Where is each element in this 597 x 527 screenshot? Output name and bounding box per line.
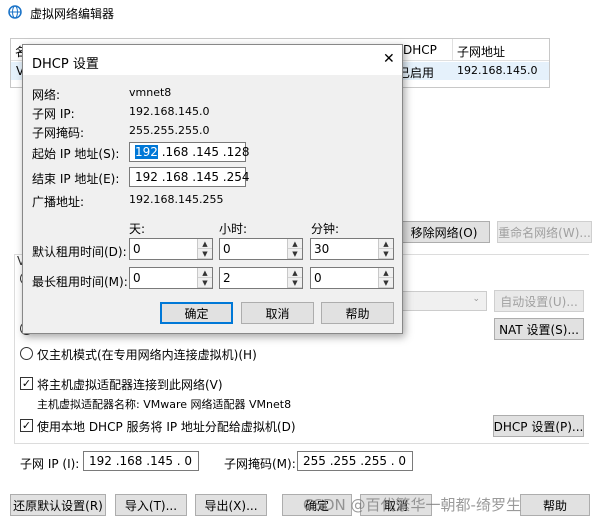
bridged-dropdown[interactable]: ⌄ [402,291,487,311]
spin-up-icon[interactable]: ▲ [379,239,393,249]
default-lease-minutes-value: 30 [314,242,330,256]
table-cell-dhcp: 已启用 [398,66,435,80]
main-help-button[interactable]: 帮助 [520,494,590,516]
subnet-mask-label-dialog: 子网掩码: [32,126,85,140]
default-lease-minutes-spinner[interactable]: 30 ▲ ▼ [310,238,394,260]
dialog-ok-button[interactable]: 确定 [160,302,233,324]
default-lease-hours-value: 0 [223,242,231,256]
close-icon[interactable]: ✕ [383,51,395,67]
hostonly-radio-label[interactable]: 仅主机模式(在专用网络内连接虚拟机)(H) [37,346,257,363]
broadcast-label: 广播地址: [32,195,85,209]
subnet-ip-field[interactable]: 192 .168 .145 . 0 [83,451,199,471]
spin-up-icon[interactable]: ▲ [288,239,302,249]
spin-up-icon[interactable]: ▲ [198,268,212,278]
spin-down-icon[interactable]: ▼ [288,249,302,259]
window-title: 虚拟网络编辑器 [30,7,115,21]
max-lease-minutes-value: 0 [314,271,322,285]
table-header-divider [452,39,453,61]
start-ip-selected-octet: 192 [135,145,158,159]
use-dhcp-label[interactable]: 使用本地 DHCP 服务将 IP 地址分配给虚拟机(D) [37,418,296,435]
minutes-header: 分钟: [311,222,340,236]
spin-up-icon[interactable]: ▲ [198,239,212,249]
dialog-cancel-button[interactable]: 取消 [241,302,314,324]
subnet-mask-field[interactable]: 255 .255 .255 . 0 [297,451,413,471]
max-lease-minutes-spinner[interactable]: 0 ▲ ▼ [310,267,394,289]
hostonly-radio[interactable] [20,347,33,360]
default-lease-days-value: 0 [133,242,141,256]
app-icon [8,5,22,19]
network-label: 网络: [32,88,61,102]
spin-down-icon[interactable]: ▼ [379,249,393,259]
default-lease-hours-spinner[interactable]: 0 ▲ ▼ [219,238,303,260]
import-button[interactable]: 导入(T)... [115,494,187,516]
spin-down-icon[interactable]: ▼ [198,278,212,288]
subnet-mask-label: 子网掩码(M): [224,457,296,471]
default-lease-label: 默认租用时间(D): [32,245,127,259]
dhcp-settings-dialog: DHCP 设置 ✕ 网络: vmnet8 子网 IP: 192.168.145.… [22,44,403,334]
table-header-dhcp: DHCP [403,43,437,57]
connect-adapter-label[interactable]: 将主机虚拟适配器连接到此网络(V) [37,376,223,393]
spin-down-icon[interactable]: ▼ [288,278,302,288]
table-cell-subnet: 192.168.145.0 [457,64,538,77]
subnet-ip-value-dialog: 192.168.145.0 [129,105,210,118]
max-lease-label: 最长租用时间(M): [32,275,128,289]
remove-network-button[interactable]: 移除网络(O) [398,221,490,243]
table-header-subnet: 子网地址 [457,45,506,59]
max-lease-hours-value: 2 [223,271,231,285]
subnet-ip-label-dialog: 子网 IP: [32,107,75,121]
spin-down-icon[interactable]: ▼ [379,278,393,288]
rename-network-button[interactable]: 重命名网络(W)... [497,221,592,243]
hours-header: 小时: [219,222,248,236]
days-header: 天: [129,222,146,236]
broadcast-value: 192.168.145.255 [129,193,224,206]
auto-settings-button[interactable]: 自动设置(U)... [494,290,584,312]
subnet-mask-value-dialog: 255.255.255.0 [129,124,210,137]
spin-down-icon[interactable]: ▼ [198,249,212,259]
subnet-ip-label: 子网 IP (I): [20,457,80,471]
start-ip-label: 起始 IP 地址(S): [32,147,120,161]
adapter-name-label: 主机虚拟适配器名称: VMware 网络适配器 VMnet8 [37,398,292,411]
watermark-text: CSDN @百代繁华一朝都-绮罗生 [303,496,521,514]
export-button[interactable]: 导出(X)... [195,494,267,516]
max-lease-days-spinner[interactable]: 0 ▲ ▼ [129,267,213,289]
dhcp-settings-button[interactable]: DHCP 设置(P)... [493,415,584,437]
restore-defaults-button[interactable]: 还原默认设置(R) [10,494,106,516]
start-ip-rest: .168 .145 .128 [157,145,250,159]
connect-adapter-checkbox[interactable]: ✓ [20,377,33,390]
network-value: vmnet8 [129,86,172,99]
max-lease-hours-spinner[interactable]: 2 ▲ ▼ [219,267,303,289]
start-ip-field[interactable]: 192 .168 .145 .128 [129,142,250,162]
nat-settings-button[interactable]: NAT 设置(S)... [494,318,584,340]
max-lease-days-value: 0 [133,271,141,285]
spin-up-icon[interactable]: ▲ [379,268,393,278]
default-lease-days-spinner[interactable]: 0 ▲ ▼ [129,238,213,260]
end-ip-label: 结束 IP 地址(E): [32,172,120,186]
dialog-help-button[interactable]: 帮助 [321,302,394,324]
use-dhcp-checkbox[interactable]: ✓ [20,419,33,432]
dialog-title: DHCP 设置 [32,57,99,72]
end-ip-field[interactable]: 192 .168 .145 .254 [129,167,250,187]
chevron-down-icon: ⌄ [472,294,480,304]
spin-up-icon[interactable]: ▲ [288,268,302,278]
